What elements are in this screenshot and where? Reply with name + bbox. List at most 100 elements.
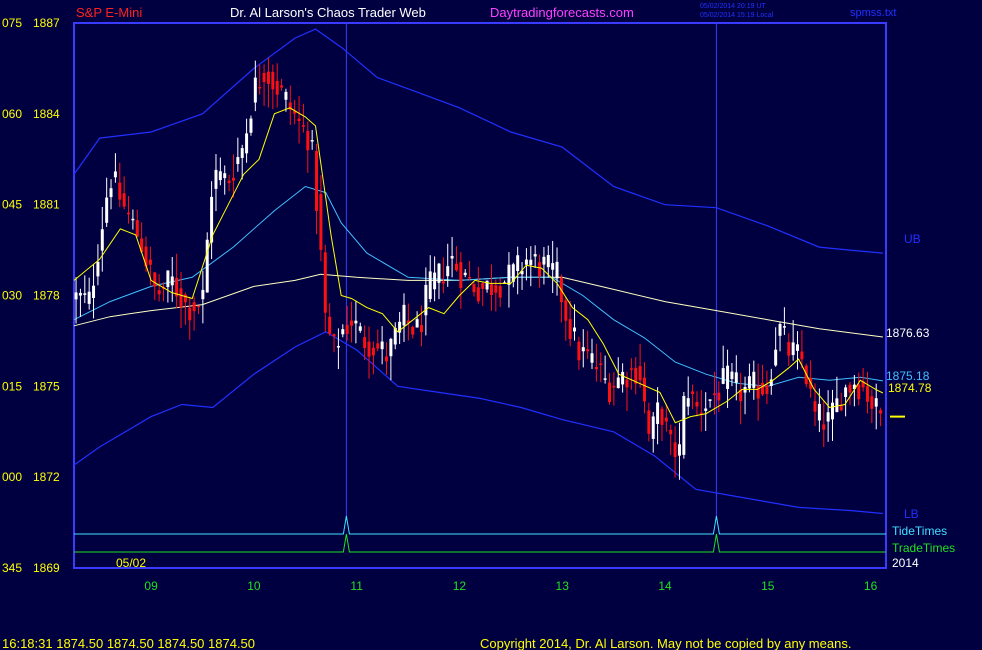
up-candle-body (485, 280, 489, 290)
up-candle-body (336, 346, 340, 348)
up-candle-body (682, 396, 686, 455)
up-candle-body (87, 291, 91, 304)
down-candle-body (608, 382, 611, 402)
down-candle-body (494, 285, 498, 293)
up-candle-body (555, 261, 559, 279)
down-candle-body (280, 85, 284, 88)
y-tick-angle-label: 045 (2, 198, 22, 212)
y-tick-angle-label: 030 (2, 289, 22, 303)
trade-times-label: TradeTimes (892, 541, 955, 555)
down-candle-body (363, 337, 367, 349)
y-tick-price-label: 1887 (33, 16, 60, 30)
down-candle-body (642, 377, 646, 402)
down-candle-body (188, 307, 192, 321)
year-label: 2014 (892, 556, 919, 570)
down-candle-body (227, 180, 231, 184)
chart-canvas: 075 1887 060 1884 045 1881 030 1878 015 1875 000 18… (2, 3, 955, 650)
lower-band-line (73, 331, 883, 515)
down-candle-body (275, 80, 279, 95)
down-candle-body (332, 334, 336, 337)
up-candle-body (437, 263, 441, 283)
symbol-label: S&P E-Mini (76, 5, 142, 20)
down-candle-body (568, 319, 572, 339)
down-candle-body (301, 125, 305, 127)
up-candle-body (817, 403, 821, 421)
up-candle-body (236, 157, 240, 165)
down-candle-body (647, 410, 651, 434)
down-candle-body (669, 429, 673, 435)
up-candle-body (533, 254, 537, 257)
up-candle-body (74, 292, 78, 300)
down-candle-body (865, 386, 869, 402)
up-candle-body (844, 387, 848, 398)
down-candle-body (127, 212, 131, 215)
tide-times-line (74, 515, 886, 535)
up-candle-body (166, 270, 170, 288)
down-candle-body (315, 151, 319, 212)
down-candle-body (153, 272, 157, 287)
up-candle-body (603, 378, 607, 380)
up-candle-body (402, 304, 406, 326)
x-tick-label: 12 (453, 579, 467, 593)
x-tick-label: 11 (350, 579, 363, 593)
up-candle-body (341, 329, 345, 335)
up-candle-body (284, 91, 288, 100)
y-tick-price-label: 1878 (33, 289, 60, 303)
y-tick-angle-label: 060 (2, 107, 22, 121)
y-tick-angle-label: 345 (2, 561, 22, 575)
down-candle-body (691, 391, 695, 394)
up-candle-body (507, 264, 511, 285)
up-candle-body (100, 229, 104, 251)
down-candle-body (848, 384, 852, 393)
down-candle-body (787, 342, 791, 356)
down-candle-body (258, 86, 262, 89)
up-candle-body (524, 259, 528, 265)
up-candle-body (546, 255, 550, 268)
down-candle-body (538, 262, 542, 277)
down-candle-body (376, 343, 380, 349)
down-candle-body (695, 401, 699, 407)
down-candle-body (411, 326, 415, 335)
up-candle-body (446, 266, 450, 277)
date-label: 05/02 (116, 556, 146, 570)
up-candle-body (734, 372, 738, 383)
up-candle-body (656, 402, 660, 424)
down-candle-body (459, 262, 463, 289)
up-candle-body (581, 347, 585, 352)
up-candle-body (201, 289, 205, 300)
down-candle-body (231, 177, 235, 181)
down-candle-body (822, 424, 826, 430)
down-candle-body (564, 300, 568, 321)
up-candle-body (170, 276, 174, 286)
up-candle-body (131, 218, 135, 221)
down-candle-body (306, 131, 310, 151)
down-candle-body (612, 385, 616, 388)
down-candle-body (367, 341, 371, 357)
plot-frame (73, 22, 887, 569)
timestamp-utc: 05/02/2014 20:19 UT (700, 3, 766, 10)
down-candle-body (625, 379, 629, 388)
up-candle-body (835, 398, 839, 413)
ub-label: UB (904, 232, 921, 246)
up-candle-body (83, 293, 87, 295)
down-candle-body (870, 396, 874, 409)
down-candle-body (323, 252, 327, 313)
up-candle-body (782, 326, 786, 328)
x-tick-label: 16 (864, 579, 878, 593)
down-candle-body (638, 366, 642, 381)
y-tick-price-label: 1875 (33, 379, 60, 393)
up-candle-body (428, 271, 432, 299)
down-candle-body (489, 284, 493, 295)
up-candle-body (218, 171, 222, 181)
down-candle-body (419, 325, 423, 333)
down-candle-body (441, 281, 445, 284)
up-candle-body (730, 371, 734, 380)
down-candle-body (192, 302, 196, 312)
up-candle-body (253, 77, 257, 103)
copyright-text: Copyright 2014, Dr. Al Larson. May not b… (480, 636, 851, 650)
down-candle-body (196, 305, 200, 308)
down-candle-body (319, 194, 323, 250)
up-candle-body (796, 344, 800, 351)
down-candle-body (122, 193, 126, 207)
y-tick-price-label: 1881 (33, 198, 60, 212)
